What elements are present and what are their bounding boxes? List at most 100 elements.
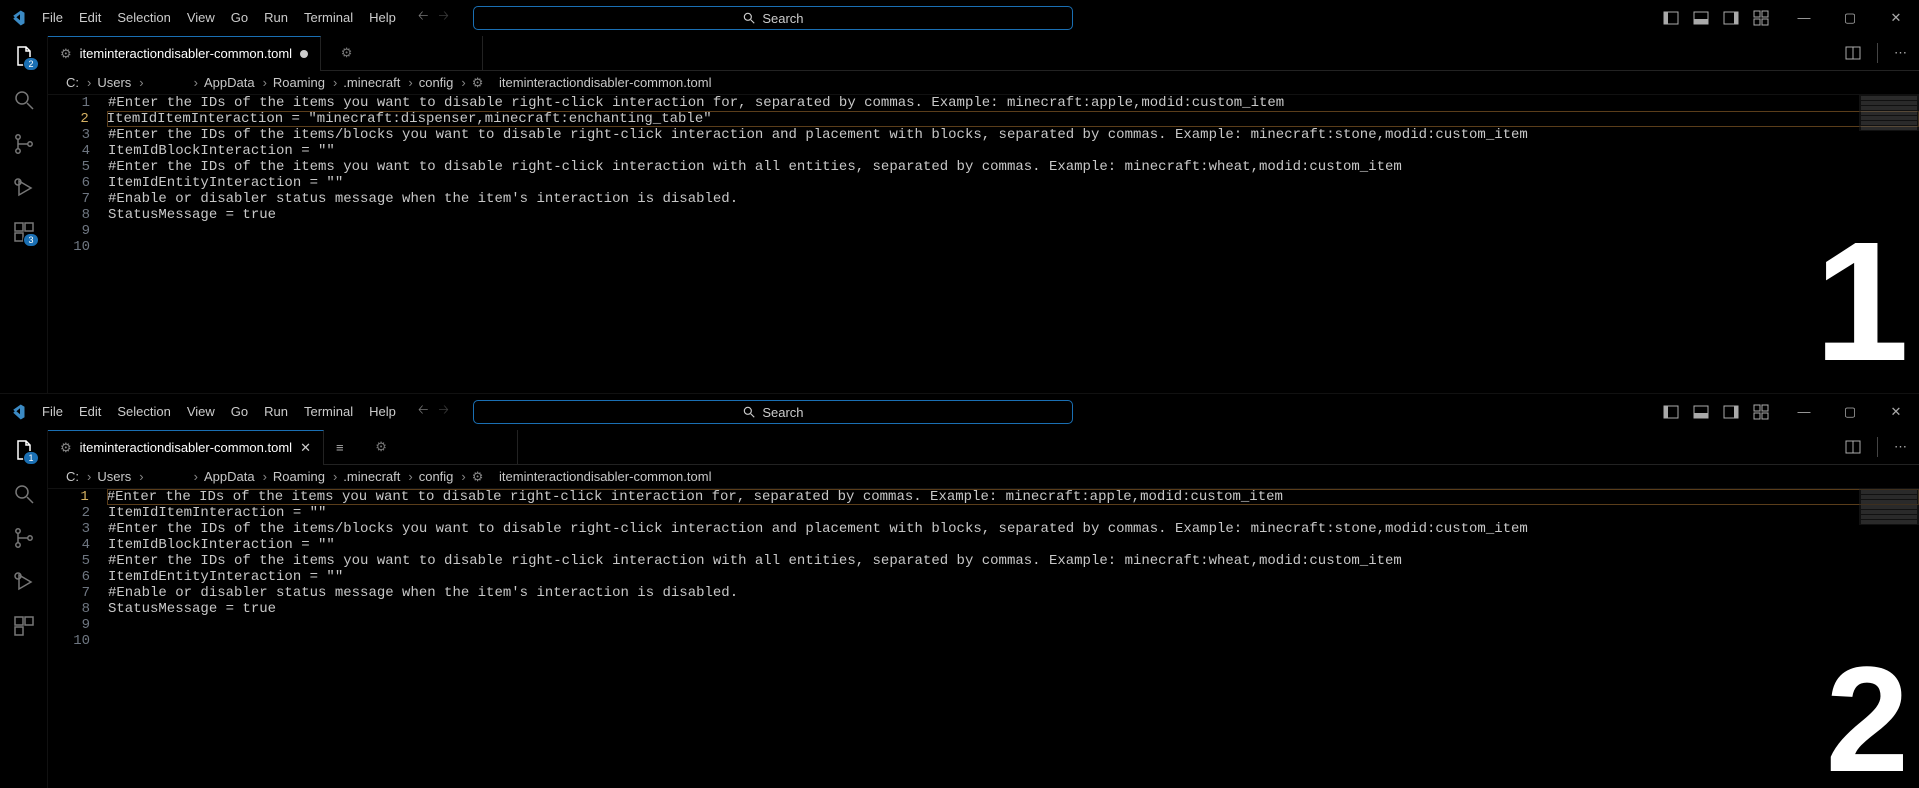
code-line[interactable]: 4ItemIdBlockInteraction = "" bbox=[48, 143, 1919, 159]
menu-selection[interactable]: Selection bbox=[109, 394, 178, 430]
editor-tab-main[interactable]: ⚙ iteminteractiondisabler-common.toml ✕ bbox=[48, 430, 324, 465]
vscode-window-1: File Edit Selection View Go Run Terminal… bbox=[0, 0, 1919, 394]
code-line[interactable]: 5#Enter the IDs of the items you want to… bbox=[48, 553, 1919, 569]
menu-view[interactable]: View bbox=[179, 0, 223, 36]
editor-tab-main[interactable]: ⚙ iteminteractiondisabler-common.toml bbox=[48, 36, 321, 71]
activity-extensions[interactable]: 3 bbox=[12, 220, 36, 244]
customize-layout-icon[interactable] bbox=[1753, 404, 1769, 420]
activity-run-debug[interactable] bbox=[12, 570, 36, 594]
menu-help[interactable]: Help bbox=[361, 394, 404, 430]
minimap[interactable] bbox=[1859, 95, 1919, 131]
toggle-panel-icon[interactable] bbox=[1693, 10, 1709, 26]
editor-tab-settings[interactable]: ⚙ bbox=[356, 430, 518, 465]
customize-layout-icon[interactable] bbox=[1753, 10, 1769, 26]
activity-scm[interactable] bbox=[12, 526, 36, 550]
crumb[interactable]: .minecraft› bbox=[343, 469, 414, 484]
menu-go[interactable]: Go bbox=[223, 394, 256, 430]
maximize-button[interactable]: ▢ bbox=[1827, 394, 1873, 430]
menu-edit[interactable]: Edit bbox=[71, 394, 109, 430]
crumb[interactable]: Users› bbox=[97, 75, 145, 90]
menu-run[interactable]: Run bbox=[256, 394, 296, 430]
activity-search[interactable] bbox=[12, 88, 36, 112]
line-number: 3 bbox=[48, 127, 108, 143]
code-editor[interactable]: 1#Enter the IDs of the items you want to… bbox=[48, 95, 1919, 393]
menu-file[interactable]: File bbox=[34, 394, 71, 430]
code-line[interactable]: 6ItemIdEntityInteraction = "" bbox=[48, 569, 1919, 585]
code-line[interactable]: 10 bbox=[48, 239, 1919, 255]
code-line[interactable]: 8StatusMessage = true bbox=[48, 207, 1919, 223]
menu-file[interactable]: File bbox=[34, 0, 71, 36]
unknown-tab-action-icon[interactable]: ≡ bbox=[324, 440, 356, 455]
nav-back-icon[interactable]: 🡠 bbox=[418, 401, 429, 423]
close-button[interactable]: ✕ bbox=[1873, 394, 1919, 430]
crumb[interactable]: Users› bbox=[97, 469, 145, 484]
command-center-search[interactable]: Search bbox=[473, 6, 1073, 30]
code-line[interactable]: 1#Enter the IDs of the items you want to… bbox=[48, 489, 1919, 505]
menu-selection[interactable]: Selection bbox=[109, 0, 178, 36]
minimize-button[interactable]: — bbox=[1781, 0, 1827, 36]
activity-run-debug[interactable] bbox=[12, 176, 36, 200]
toggle-primary-sidebar-icon[interactable] bbox=[1663, 404, 1679, 420]
code-text: ItemIdBlockInteraction = "" bbox=[108, 143, 335, 159]
menu-view[interactable]: View bbox=[179, 394, 223, 430]
toggle-panel-icon[interactable] bbox=[1693, 404, 1709, 420]
nav-back-icon[interactable]: 🡠 bbox=[418, 7, 429, 29]
activity-explorer[interactable]: 1 bbox=[12, 438, 36, 462]
nav-forward-icon[interactable]: 🡢 bbox=[438, 7, 449, 29]
editor-tab-settings[interactable]: ⚙ bbox=[321, 36, 483, 71]
toggle-secondary-sidebar-icon[interactable] bbox=[1723, 404, 1739, 420]
more-actions-icon[interactable]: ⋯ bbox=[1894, 439, 1907, 455]
crumb-file[interactable]: ⚙ iteminteractiondisabler-common.toml bbox=[472, 75, 712, 91]
activity-scm[interactable] bbox=[12, 132, 36, 156]
crumb[interactable]: .minecraft› bbox=[343, 75, 414, 90]
close-button[interactable]: ✕ bbox=[1873, 0, 1919, 36]
close-icon[interactable]: ✕ bbox=[300, 440, 311, 456]
code-line[interactable]: 6ItemIdEntityInteraction = "" bbox=[48, 175, 1919, 191]
menu-terminal[interactable]: Terminal bbox=[296, 0, 361, 36]
code-line[interactable]: 2ItemIdItemInteraction = "" bbox=[48, 505, 1919, 521]
code-line[interactable]: 2ItemIdItemInteraction = "minecraft:disp… bbox=[48, 111, 1919, 127]
split-editor-icon[interactable] bbox=[1845, 45, 1861, 61]
code-line[interactable]: 9 bbox=[48, 223, 1919, 239]
crumb[interactable]: AppData› bbox=[204, 75, 269, 90]
editor-column: ⚙ iteminteractiondisabler-common.toml ✕ … bbox=[48, 430, 1919, 788]
crumb[interactable]: AppData› bbox=[204, 469, 269, 484]
crumb[interactable]: Roaming› bbox=[273, 469, 339, 484]
code-editor[interactable]: 1#Enter the IDs of the items you want to… bbox=[48, 489, 1919, 788]
crumb[interactable]: C:› bbox=[66, 469, 93, 484]
crumb-file[interactable]: ⚙ iteminteractiondisabler-common.toml bbox=[472, 469, 712, 485]
crumb[interactable]: C:› bbox=[66, 75, 93, 90]
breadcrumbs[interactable]: C:› Users› › AppData› Roaming› .minecraf… bbox=[48, 465, 1919, 489]
command-center-search[interactable]: Search bbox=[473, 400, 1073, 424]
menu-terminal[interactable]: Terminal bbox=[296, 394, 361, 430]
code-line[interactable]: 4ItemIdBlockInteraction = "" bbox=[48, 537, 1919, 553]
code-line[interactable]: 10 bbox=[48, 633, 1919, 649]
code-line[interactable]: 3#Enter the IDs of the items/blocks you … bbox=[48, 521, 1919, 537]
activity-search[interactable] bbox=[12, 482, 36, 506]
code-line[interactable]: 7#Enable or disabler status message when… bbox=[48, 191, 1919, 207]
minimize-button[interactable]: — bbox=[1781, 394, 1827, 430]
code-line[interactable]: 5#Enter the IDs of the items you want to… bbox=[48, 159, 1919, 175]
toggle-primary-sidebar-icon[interactable] bbox=[1663, 10, 1679, 26]
menu-go[interactable]: Go bbox=[223, 0, 256, 36]
minimap[interactable] bbox=[1859, 489, 1919, 525]
menu-run[interactable]: Run bbox=[256, 0, 296, 36]
more-actions-icon[interactable]: ⋯ bbox=[1894, 45, 1907, 61]
split-editor-icon[interactable] bbox=[1845, 439, 1861, 455]
maximize-button[interactable]: ▢ bbox=[1827, 0, 1873, 36]
code-line[interactable]: 1#Enter the IDs of the items you want to… bbox=[48, 95, 1919, 111]
activity-extensions[interactable] bbox=[12, 614, 36, 638]
crumb[interactable]: config› bbox=[419, 469, 468, 484]
nav-forward-icon[interactable]: 🡢 bbox=[438, 401, 449, 423]
code-line[interactable]: 3#Enter the IDs of the items/blocks you … bbox=[48, 127, 1919, 143]
breadcrumbs[interactable]: C:› Users› › AppData› Roaming› .minecraf… bbox=[48, 71, 1919, 95]
code-line[interactable]: 9 bbox=[48, 617, 1919, 633]
menu-edit[interactable]: Edit bbox=[71, 0, 109, 36]
toggle-secondary-sidebar-icon[interactable] bbox=[1723, 10, 1739, 26]
code-line[interactable]: 7#Enable or disabler status message when… bbox=[48, 585, 1919, 601]
crumb[interactable]: config› bbox=[419, 75, 468, 90]
crumb[interactable]: Roaming› bbox=[273, 75, 339, 90]
menu-help[interactable]: Help bbox=[361, 0, 404, 36]
code-line[interactable]: 8StatusMessage = true bbox=[48, 601, 1919, 617]
activity-explorer[interactable]: 2 bbox=[12, 44, 36, 68]
